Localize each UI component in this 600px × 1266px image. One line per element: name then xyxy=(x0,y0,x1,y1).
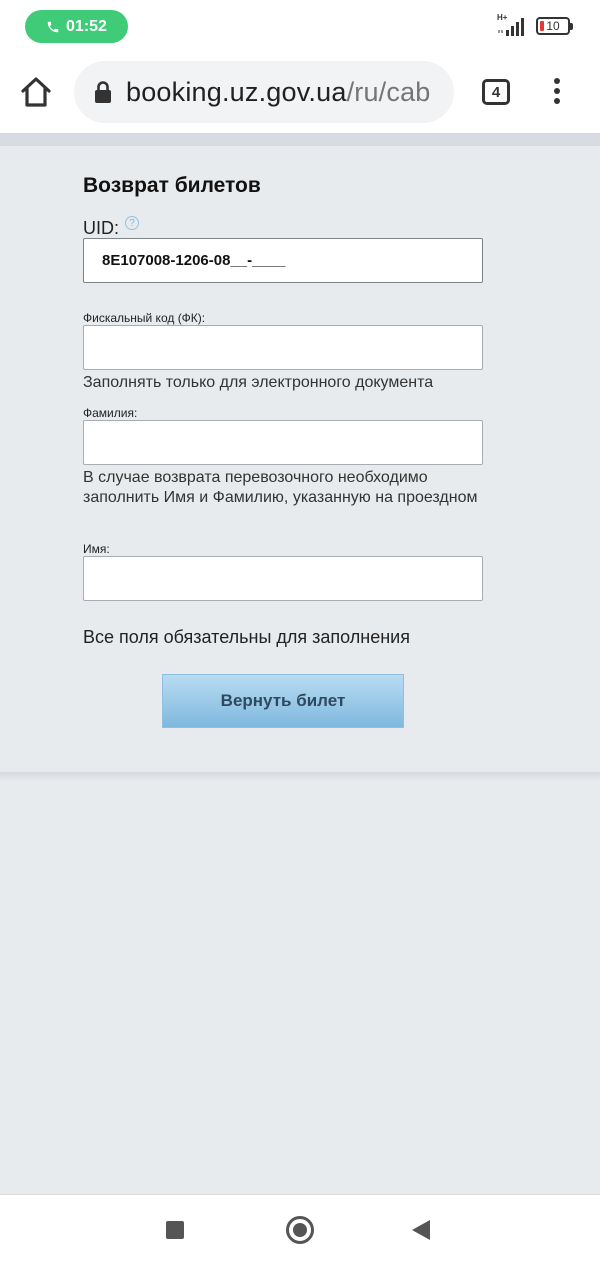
home-icon[interactable] xyxy=(18,74,54,110)
phone-icon xyxy=(47,21,59,32)
fiscal-code-label: Фискальный код (ФК): xyxy=(83,311,206,325)
more-vert-icon[interactable] xyxy=(552,78,562,108)
battery-low-indicator xyxy=(540,21,544,31)
tab-count: 4 xyxy=(491,83,501,101)
uid-input[interactable]: 8E107008-1206-08__-____ xyxy=(83,238,483,283)
required-fields-note: Все поля обязательны для заполнения xyxy=(83,627,410,647)
name-input[interactable] xyxy=(83,556,483,601)
nav-home-icon[interactable] xyxy=(286,1216,314,1244)
ongoing-call-pill[interactable]: 01:52 xyxy=(25,10,128,43)
uid-label: UID: xyxy=(83,218,119,238)
name-label: Имя: xyxy=(83,542,110,556)
browser-toolbar: booking.uz.gov.ua/ru/cab 4 xyxy=(0,52,600,134)
battery-icon: 10 xyxy=(536,17,573,35)
lock-icon xyxy=(95,81,111,103)
signal-icon xyxy=(498,18,524,36)
url-domain: booking.uz.gov.ua xyxy=(126,76,347,107)
page-title: Возврат билетов xyxy=(83,174,261,197)
surname-input[interactable] xyxy=(83,420,483,465)
surname-hint: В случае возврата перевозочного необходи… xyxy=(83,469,478,506)
surname-label: Фамилия: xyxy=(83,406,138,420)
fiscal-code-input[interactable] xyxy=(83,325,483,370)
system-nav-bar xyxy=(0,1194,600,1266)
tab-switcher-button[interactable]: 4 xyxy=(482,79,510,105)
fiscal-code-hint: Заполнять только для электронного докуме… xyxy=(83,374,434,391)
url-text: booking.uz.gov.ua/ru/cab xyxy=(126,77,431,108)
address-bar[interactable]: booking.uz.gov.ua/ru/cab xyxy=(74,61,454,123)
status-bar: 01:52 H+ 10 xyxy=(0,0,600,52)
help-icon[interactable]: ? xyxy=(125,216,139,230)
ticket-return-form: Возврат билетов UID: ? 8E107008-1206-08_… xyxy=(0,146,600,772)
back-icon[interactable] xyxy=(412,1220,430,1240)
recents-icon[interactable] xyxy=(166,1221,184,1239)
url-path: /ru/cab xyxy=(346,76,431,107)
return-ticket-button[interactable]: Вернуть билет xyxy=(162,674,404,728)
call-duration: 01:52 xyxy=(66,17,107,35)
battery-level: 10 xyxy=(546,19,560,33)
panel-shadow xyxy=(0,772,600,782)
page-header-strip xyxy=(0,134,600,146)
